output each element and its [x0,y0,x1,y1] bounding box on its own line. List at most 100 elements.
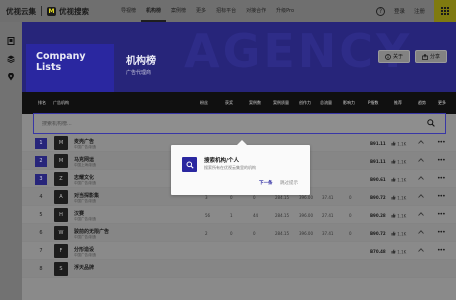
cell-likes[interactable]: 1.1K [391,141,406,147]
brand-logo: M [47,6,56,16]
brand[interactable]: 优视云集 M 优视搜索 [0,6,100,17]
th-awards[interactable]: 获奖 [225,100,233,106]
agency-name[interactable]: 马克网运 [74,156,94,163]
row-more-icon[interactable]: ••• [437,229,446,236]
page-title: 机构榜 [126,56,156,67]
popup-skip-button[interactable]: 跳过提示 [280,180,298,186]
agency-name[interactable]: 分形造设 [74,246,94,253]
likes-count: 1.1K [397,177,407,183]
row-more-icon[interactable]: ••• [437,193,446,200]
popup-arrow [237,140,247,145]
cell-likes[interactable]: 1.1K [391,249,406,255]
top-navbar: 优视云集 M 优视搜索 导视榜 机构榜 案例榜 更多 招标平台 对接合作 升级P… [0,0,456,22]
nav-item-guide[interactable]: 导视榜 [116,0,141,22]
cell-likes[interactable]: 1.1K [391,159,406,165]
cell-traffic: 27.41 [322,213,334,218]
table-row[interactable]: 8 S 浮天品牌 [22,260,456,278]
agency-logo[interactable]: Z [54,172,68,186]
page: 优视云集 M 优视搜索 导视榜 机构榜 案例榜 更多 招标平台 对接合作 升级P… [0,0,456,300]
th-trend[interactable]: 趋势 [418,100,426,106]
trend-chevron-icon [418,176,424,181]
table-row[interactable]: 6 W 骏前的无限广告 中国广告/制造 2 0 0 284.15 396.00 37.41 0 B90… [22,224,456,242]
table-row[interactable]: 7 F 分形造设 中国广告/制造 B70.48 1.1K ••• [22,242,456,260]
trend-chevron-icon [418,230,424,235]
nav-item-cooperation[interactable]: 对接合作 [241,0,271,22]
login-link[interactable]: 登录 [394,7,405,15]
nav-item-agency[interactable]: 机构榜 [141,0,167,22]
register-link[interactable]: 注册 [414,7,425,15]
th-creativity[interactable]: 创作力 [299,100,311,106]
nav-item-cases[interactable]: 案例榜 [166,0,191,22]
th-more[interactable]: 更多 [438,100,446,106]
cell-likes[interactable]: 1.1K [391,231,406,237]
agency-logo[interactable]: F [54,244,68,258]
th-agency[interactable]: 广告机构 [53,100,69,106]
rank-badge: 4 [39,194,43,200]
brand-name-primary: 优视云集 [6,6,36,16]
rank-badge: 3 [35,174,47,185]
th-cases[interactable]: 案例数 [249,100,261,106]
cell-awards: 0 [230,231,233,236]
agency-name[interactable]: 对当探影集 [74,192,99,199]
cell-likes[interactable]: 1.1K [391,177,406,183]
agency-logo[interactable]: W [54,226,68,240]
agency-tag: 中国广告/制造 [74,235,97,239]
likes-count: 1.1K [397,249,407,255]
agency-logo[interactable]: S [54,262,68,276]
about-button[interactable]: 关于 [378,50,410,63]
agency-logo[interactable]: M [54,154,68,168]
table-header: 排名 广告机构 粉丝 获奖 案例数 案例质量 创作力 总流量 影响力 P指数 推… [22,92,456,114]
agency-tag: 中国广告/制造 [74,145,97,149]
hero-title-box: Company Lists [26,44,114,92]
bookmark-icon[interactable] [0,32,22,50]
nav-item-upgrade[interactable]: 升级Pro [271,0,299,22]
nav-item-more[interactable]: 更多 [191,0,211,22]
agency-logo[interactable]: H [54,208,68,222]
popup-description: 搜索所有在优视云集里的机构 [204,165,256,170]
agency-name[interactable]: 汉赛 [74,210,84,217]
agency-logo[interactable]: A [54,190,68,204]
row-more-icon[interactable]: ••• [437,139,446,146]
popup-next-button[interactable]: 下一条 [259,180,273,186]
share-button[interactable]: 分享 [415,50,447,63]
th-pindex[interactable]: P指数 [368,100,378,106]
th-quality[interactable]: 案例质量 [273,100,289,106]
cell-quality: 284.15 [275,231,289,236]
cell-likes[interactable]: 1.1K [391,195,406,201]
th-traffic[interactable]: 总流量 [320,100,332,106]
th-rank[interactable]: 排名 [38,100,46,106]
help-icon[interactable]: ? [375,6,385,16]
apps-grid-button[interactable] [434,0,456,22]
rank-badge: 1 [35,138,47,149]
onboarding-popup: 搜索机构/个人 搜索所有在优视云集里的机构 下一条 跳过提示 [171,140,310,195]
popup-search-icon [182,157,197,172]
likes-count: 1.1K [397,141,407,147]
trend-chevron-icon [418,248,424,253]
row-more-icon[interactable]: ••• [437,175,446,182]
row-more-icon[interactable]: ••• [437,211,446,218]
table-row[interactable]: 5 H 汉赛 中国广告/制造 56 1 44 284.15 396.00 27.41 0 B90.28… [22,206,456,224]
agency-name[interactable]: 志耀文化 [74,174,94,181]
pin-icon[interactable] [0,68,22,86]
cell-pindex: B90.61 [370,177,386,182]
left-rail [0,22,22,300]
agency-name[interactable]: 浮天品牌 [74,264,94,271]
trend-chevron-icon [418,212,424,217]
agency-name[interactable]: 麦壳广告 [74,138,94,145]
agency-name[interactable]: 骏前的无限广告 [74,228,109,235]
th-recommend[interactable]: 推荐 [394,100,402,106]
th-fans[interactable]: 粉丝 [200,100,208,106]
nav-item-bidding[interactable]: 招标平台 [211,0,241,22]
cell-likes[interactable]: 1.1K [391,213,406,219]
search-icon[interactable] [425,118,437,129]
thumbs-up-icon [391,195,396,200]
search-input[interactable] [34,120,425,127]
layers-icon[interactable] [0,50,22,68]
cell-quality: 284.15 [275,195,289,200]
hero-title-en: Company Lists [36,51,86,73]
row-more-icon[interactable]: ••• [437,247,446,254]
row-more-icon[interactable]: ••• [437,157,446,164]
agency-logo[interactable]: M [54,136,68,150]
cell-influence: 0 [349,231,352,236]
th-influence[interactable]: 影响力 [343,100,355,106]
